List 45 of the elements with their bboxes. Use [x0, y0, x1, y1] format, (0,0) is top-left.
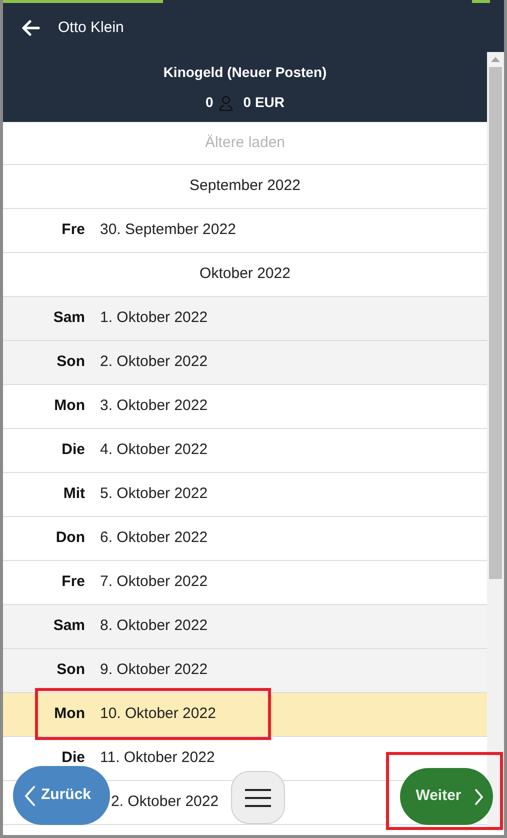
date-label: 6. Oktober 2022	[100, 528, 208, 548]
loading-bar	[472, 0, 490, 3]
chevron-right-icon	[475, 788, 484, 804]
date-label: 8. Oktober 2022	[100, 616, 208, 636]
date-label: 2. Oktober 2022	[100, 352, 208, 372]
weekday-label: Son	[56, 660, 85, 680]
date-label: 1. Oktober 2022	[100, 308, 208, 328]
back-arrow-icon[interactable]	[22, 20, 40, 36]
item-title: Kinogeld (Neuer Posten)	[163, 63, 327, 82]
date-row[interactable]: Sam 8. Oktober 2022	[3, 605, 487, 649]
scrollbar-thumb[interactable]	[489, 67, 502, 579]
amount-label: 0 EUR	[243, 93, 285, 112]
menu-icon	[245, 788, 271, 806]
weekday-label: Mit	[62, 484, 85, 504]
date-row[interactable]: Son 9. Oktober 2022	[3, 649, 487, 693]
person-icon	[219, 94, 234, 110]
date-label: 9. Oktober 2022	[100, 660, 208, 680]
weekday-label: Son	[56, 352, 85, 372]
scroll-up-icon[interactable]	[491, 57, 500, 62]
back-button[interactable]: Zurück	[13, 766, 110, 825]
date-label: 7. Oktober 2022	[100, 572, 208, 592]
weekday-label: Mon	[53, 704, 85, 724]
date-label: 2. Oktober 2022	[111, 792, 219, 812]
weekday-label: Die	[60, 748, 85, 768]
person-count: 0	[205, 93, 214, 112]
weekday-label: Don	[54, 528, 85, 548]
menu-button[interactable]	[231, 771, 285, 824]
window-title: Otto Klein	[58, 18, 124, 38]
weekday-label: Sam	[52, 308, 85, 328]
weekday-label: Fre	[60, 572, 85, 592]
date-label: 11. Oktober 2022	[100, 748, 215, 768]
date-label: 30. September 2022	[100, 220, 236, 240]
next-button[interactable]: Weiter	[400, 768, 493, 825]
date-label: 5. Oktober 2022	[100, 484, 208, 504]
date-label: 10. Oktober 2022	[100, 704, 216, 724]
weekday-label: Sam	[52, 616, 85, 636]
weekday-label: Mon	[53, 396, 85, 416]
scrollbar[interactable]	[487, 52, 504, 830]
date-row[interactable]: Son 2. Oktober 2022	[3, 341, 487, 385]
date-row[interactable]: Sam 1. Oktober 2022	[3, 297, 487, 341]
weekday-label: Fre	[60, 220, 85, 240]
date-label: 4. Oktober 2022	[100, 440, 208, 460]
weekday-label: Die	[60, 440, 85, 460]
chevron-left-icon	[25, 786, 35, 806]
date-label: 3. Oktober 2022	[100, 396, 208, 416]
